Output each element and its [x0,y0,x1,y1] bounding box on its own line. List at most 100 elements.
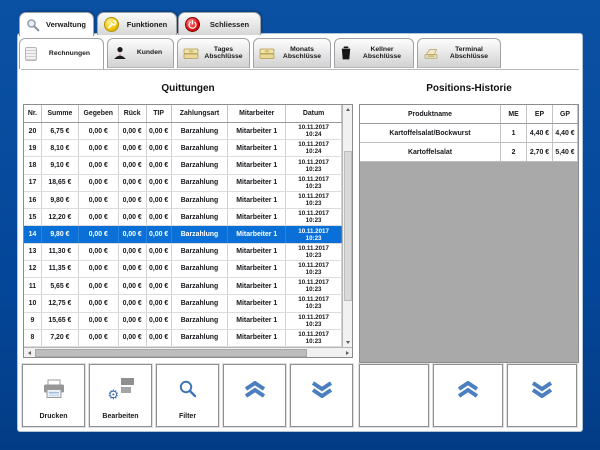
table-row[interactable]: 198,10 €0,00 €0,00 €0,00 €BarzahlungMita… [24,140,342,157]
scroll-down-button[interactable] [290,364,353,427]
table-row[interactable]: Kartoffelsalat22,70 €5,40 € [360,143,578,162]
table-cell: Mitarbeiter 1 [228,261,286,277]
chevron-down-icon [530,365,554,413]
scrollbar-thumb[interactable] [35,349,307,357]
horizontal-scrollbar[interactable] [24,347,352,357]
table-cell: Mitarbeiter 1 [228,209,286,225]
table-row[interactable]: 1012,75 €0,00 €0,00 €0,00 €BarzahlungMit… [24,295,342,312]
table-cell: Mitarbeiter 1 [228,123,286,139]
table-cell: 0,00 € [147,157,172,173]
table-cell: Mitarbeiter 1 [228,140,286,156]
table-row[interactable]: Kartoffelsalat/Bockwurst14,40 €4,40 € [360,124,578,143]
filter-button[interactable]: Filter [156,364,219,427]
table-cell: Barzahlung [172,261,229,277]
column-header: TIP [147,105,172,122]
column-header: Produktname [360,105,501,123]
scroll-up-button[interactable] [223,364,286,427]
table-cell: 0,00 € [147,330,172,346]
tab-label: Kunden [131,49,168,57]
table-row[interactable]: 189,10 €0,00 €0,00 €0,00 €BarzahlungMita… [24,157,342,174]
table-cell: 5,40 € [553,143,578,161]
table-cell: 0,00 € [119,244,147,260]
table-cell: 0,00 € [119,330,147,346]
table-cell: 0,00 € [119,226,147,242]
button-label: Drucken [39,413,67,426]
table-cell: Kartoffelsalat/Bockwurst [360,124,501,142]
positions-scroll-down-button[interactable] [507,364,577,427]
table-cell: 0,00 € [79,278,119,294]
tab-rechnungen[interactable]: Rechnungen [19,38,104,69]
quittungen-table: Nr.SummeGegebenRückTIPZahlungsartMitarbe… [23,104,353,358]
table-row[interactable]: 915,65 €0,00 €0,00 €0,00 €BarzahlungMita… [24,313,342,330]
tab-kellner-abschluesse[interactable]: KellnerAbschlüsse [334,38,414,68]
table-cell: 0,00 € [79,313,119,329]
tab-tages-abschluesse[interactable]: TagesAbschlüsse [177,38,250,68]
tab-verwaltung[interactable]: Verwaltung [19,12,94,36]
scroll-down-arrow[interactable] [343,338,353,347]
table-cell: 4,40 € [527,124,553,142]
table-cell: 0,00 € [147,244,172,260]
bearbeiten-button[interactable]: ⚙ Bearbeiten [89,364,152,427]
vertical-scrollbar[interactable] [342,105,352,347]
scroll-left-arrow[interactable] [24,348,34,357]
table-row[interactable]: 1718,65 €0,00 €0,00 €0,00 €BarzahlungMit… [24,175,342,192]
pos-admin-screen: { "top_tabs": [ { "label": "Verwaltung",… [0,0,600,450]
column-header: Datum [286,105,342,122]
table-cell: 9,80 € [42,226,79,242]
table-row[interactable]: 87,20 €0,00 €0,00 €0,00 €BarzahlungMitar… [24,330,342,347]
table-cell: 0,00 € [147,192,172,208]
empty-button[interactable] [359,364,429,427]
table-cell: 12,20 € [42,209,79,225]
table-cell: 0,00 € [79,123,119,139]
cash-icon [259,47,275,60]
tab-label: Schliessen [205,20,254,29]
tab-terminal-abschluesse[interactable]: TerminalAbschlüsse [417,38,501,68]
table-cell: 0,00 € [119,192,147,208]
table-cell: 2,70 € [527,143,553,161]
table-cell: 0,00 € [119,175,147,191]
scroll-up-arrow[interactable] [343,105,353,114]
datum-cell: 10.11.201710:23 [286,261,342,277]
datum-cell: 10.11.201710:23 [286,157,342,173]
tab-monats-abschluesse[interactable]: MonatsAbschlüsse [253,38,331,68]
chevron-up-icon [456,365,480,413]
scroll-right-arrow[interactable] [342,348,352,357]
table-row[interactable]: 169,80 €0,00 €0,00 €0,00 €BarzahlungMita… [24,192,342,209]
table-row[interactable]: 1311,30 €0,00 €0,00 €0,00 €BarzahlungMit… [24,244,342,261]
scrollbar-thumb[interactable] [344,151,352,301]
table-cell: Barzahlung [172,295,229,311]
datum-cell: 10.11.201710:23 [286,244,342,260]
column-header: GP [553,105,578,123]
table-cell: 18,65 € [42,175,79,191]
table-row[interactable]: 149,80 €0,00 €0,00 €0,00 €BarzahlungMita… [24,226,342,243]
tab-funktionen[interactable]: Funktionen [97,12,177,35]
table-row[interactable]: 1512,20 €0,00 €0,00 €0,00 €BarzahlungMit… [24,209,342,226]
cash-icon [183,47,199,60]
table-cell: Mitarbeiter 1 [228,157,286,173]
table-cell: Barzahlung [172,157,229,173]
tab-kunden[interactable]: Kunden [107,38,174,68]
tab-label: TerminalAbschlüsse [443,46,495,61]
table-cell: Barzahlung [172,244,229,260]
table-cell: Barzahlung [172,192,229,208]
tab-label: Verwaltung [45,20,87,29]
table-cell: 0,00 € [79,175,119,191]
table-row[interactable]: 1211,35 €0,00 €0,00 €0,00 €BarzahlungMit… [24,261,342,278]
table-cell: Mitarbeiter 1 [228,192,286,208]
tab-schliessen[interactable]: Schliessen [178,12,261,35]
positions-scroll-up-button[interactable] [433,364,503,427]
main-window: Quittungen Positions-Historie Nr.SummeGe… [17,33,583,432]
table-row[interactable]: 206,75 €0,00 €0,00 €0,00 €BarzahlungMita… [24,123,342,140]
magnifier-icon [26,18,40,32]
column-header: Gegeben [79,105,119,122]
printer-icon [42,365,66,413]
table-cell: 0,00 € [119,295,147,311]
tab-label: Rechnungen [41,50,98,58]
table-cell: Barzahlung [172,123,229,139]
column-header: Summe [42,105,79,122]
table-cell: 5,65 € [42,278,79,294]
drucken-button[interactable]: Drucken [22,364,85,427]
table-cell: 0,00 € [147,123,172,139]
table-cell: Mitarbeiter 1 [228,295,286,311]
table-row[interactable]: 115,65 €0,00 €0,00 €0,00 €BarzahlungMita… [24,278,342,295]
